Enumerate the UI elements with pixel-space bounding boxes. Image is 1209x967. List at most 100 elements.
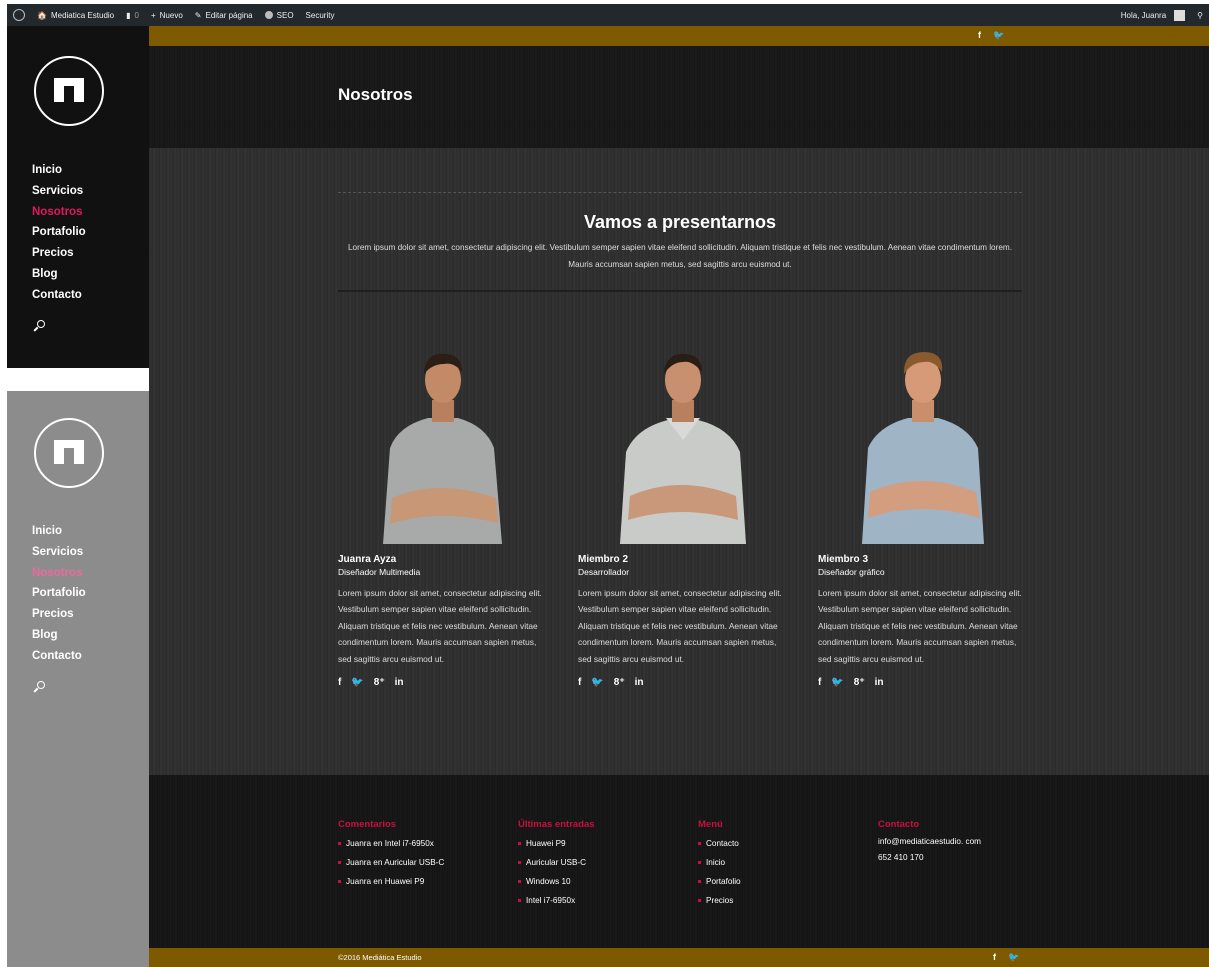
sidebar-light: Inicio Servicios Nosotros Portafolio Pre… (7, 391, 149, 967)
intro-title: Vamos a presentarnos (583, 212, 777, 232)
sidebar-item-nosotros[interactable]: Nosotros (32, 202, 86, 223)
main-content: Vamos a presentarnos Lorem ipsum dolor s… (149, 148, 1209, 775)
top-social-bar: f 🐦 (149, 26, 1209, 46)
page-title: Nosotros (338, 85, 413, 104)
facebook-icon[interactable]: f (338, 677, 341, 688)
member-bio: Lorem ipsum dolor sit amet, consectetur … (578, 588, 782, 664)
twitter-icon[interactable]: 🐦 (831, 677, 843, 688)
seo-label: SEO (276, 10, 294, 20)
linkedin-icon[interactable]: in (635, 677, 644, 688)
twitter-icon[interactable]: 🐦 (993, 30, 1004, 41)
comment-icon: ▮ (126, 10, 131, 20)
sidebar-item-servicios[interactable]: Servicios (32, 542, 86, 563)
footer-link-label: Contacto (706, 839, 739, 848)
facebook-icon[interactable]: f (818, 677, 821, 688)
greeting-label: Hola, Juanra (1120, 10, 1167, 20)
sidebar-item-precios[interactable]: Precios (32, 243, 86, 264)
footer-link[interactable]: Precios (698, 891, 741, 910)
logo-icon[interactable] (34, 418, 104, 488)
footer-link[interactable]: Huawei P9 (518, 834, 595, 853)
footer-link-label: Intel i7-6950x (526, 896, 576, 905)
browser-frame: 🏠 Mediatica Estudio ▮ 0 + Nuevo ✎ Editar pág… (7, 4, 1209, 967)
member-bio: Lorem ipsum dolor sit amet, consectetur … (338, 588, 542, 664)
linkedin-icon[interactable]: in (395, 677, 404, 688)
sidebar-gap (7, 368, 149, 391)
sidebar-item-contacto[interactable]: Contacto (32, 285, 86, 306)
footer-link[interactable]: Juanra en Huawei P9 (338, 872, 444, 891)
sidebar-item-inicio[interactable]: Inicio (32, 521, 86, 542)
twitter-icon[interactable]: 🐦 (1008, 952, 1019, 963)
footer-link[interactable]: Contacto (698, 834, 741, 853)
facebook-icon[interactable]: f (993, 952, 996, 963)
contact-email[interactable]: info@mediaticaestudio. com (878, 834, 981, 850)
footer-link[interactable]: Auricular USB-C (518, 853, 595, 872)
search-icon[interactable] (33, 681, 45, 693)
sidebar-item-portafolio[interactable]: Portafolio (32, 583, 86, 604)
admin-bar: 🏠 Mediatica Estudio ▮ 0 + Nuevo ✎ Editar pág… (7, 4, 1209, 26)
logo-icon[interactable] (34, 56, 104, 126)
member-name: Juanra Ayza (338, 554, 397, 565)
team-member-card: Juanra Ayza Diseñador Multimedia Lorem i… (338, 348, 548, 688)
copyright: ©2016 Mediática Estudio (338, 953, 422, 962)
new-label: Nuevo (159, 10, 183, 20)
security-label: Security (305, 10, 335, 20)
footer-link-label: Huawei P9 (526, 839, 566, 848)
member-social: f 🐦 8⁺ in (338, 677, 548, 688)
member-role: Desarrollador (578, 567, 630, 577)
seo-link[interactable]: SEO (259, 4, 300, 26)
edit-page-link[interactable]: ✎ Editar página (189, 4, 259, 26)
search-icon: ⚲ (1197, 10, 1203, 20)
member-photo (858, 348, 988, 544)
footer-heading: Contacto (878, 819, 920, 830)
contact-phone: 652 410 170 (878, 853, 924, 862)
team-member-card: Miembro 2 Desarrollador Lorem ipsum dolo… (578, 348, 788, 688)
footer-link-label: Juanra en Intel i7-6950x (346, 839, 434, 848)
security-link[interactable]: Security (300, 4, 341, 26)
googleplus-icon[interactable]: 8⁺ (614, 677, 625, 688)
search-icon[interactable] (33, 320, 45, 332)
sidebar-item-precios[interactable]: Precios (32, 604, 86, 625)
sidebar-item-inicio[interactable]: Inicio (32, 160, 86, 181)
footer-link-label: Inicio (706, 858, 726, 867)
sidebar-item-contacto[interactable]: Contacto (32, 646, 86, 667)
sidebar-item-nosotros[interactable]: Nosotros (32, 563, 86, 584)
footer-link-label: Juanra en Huawei P9 (346, 877, 425, 886)
intro-text: Lorem ipsum dolor sit amet, consectetur … (348, 243, 1012, 269)
sidebar-item-blog[interactable]: Blog (32, 625, 86, 646)
admin-search-button[interactable]: ⚲ (1191, 4, 1209, 26)
twitter-icon[interactable]: 🐦 (591, 677, 603, 688)
sidebar-item-servicios[interactable]: Servicios (32, 181, 86, 202)
footer-link[interactable]: Juanra en Auricular USB-C (338, 853, 444, 872)
linkedin-icon[interactable]: in (875, 677, 884, 688)
footer-latest-posts: Últimas entradas Huawei P9 Auricular USB… (518, 819, 595, 910)
comments-link[interactable]: ▮ 0 (120, 4, 145, 26)
googleplus-icon[interactable]: 8⁺ (854, 677, 865, 688)
footer-link[interactable]: Intel i7-6950x (518, 891, 595, 910)
googleplus-icon[interactable]: 8⁺ (374, 677, 385, 688)
account-menu[interactable]: Hola, Juanra (1115, 4, 1191, 26)
twitter-icon[interactable]: 🐦 (351, 677, 363, 688)
site-icon: 🏠 (37, 10, 47, 20)
sidebar-item-blog[interactable]: Blog (32, 264, 86, 285)
facebook-icon[interactable]: f (978, 30, 981, 41)
seo-dot-icon (264, 11, 273, 19)
member-name: Miembro 2 (578, 554, 629, 565)
wordpress-menu[interactable] (7, 4, 31, 26)
member-role: Diseñador gráfico (818, 567, 885, 577)
footer-heading: Comentarios (338, 819, 397, 830)
footer-link-label: Auricular USB-C (526, 858, 587, 867)
site-name-link[interactable]: 🏠 Mediatica Estudio (31, 4, 120, 26)
new-content-link[interactable]: + Nuevo (145, 4, 189, 26)
footer-link[interactable]: Juanra en Intel i7-6950x (338, 834, 444, 853)
footer-link[interactable]: Portafolio (698, 872, 741, 891)
member-name: Miembro 3 (818, 554, 869, 565)
sidebar-item-portafolio[interactable]: Portafolio (32, 222, 86, 243)
divider (338, 290, 1022, 292)
footer-link[interactable]: Inicio (698, 853, 741, 872)
facebook-icon[interactable]: f (578, 677, 581, 688)
footer-link-label: Portafolio (706, 877, 741, 886)
footer-link[interactable]: Windows 10 (518, 872, 595, 891)
footer-heading: Últimas entradas (518, 819, 595, 830)
footer-link-label: Windows 10 (526, 877, 571, 886)
wordpress-icon (13, 9, 25, 21)
